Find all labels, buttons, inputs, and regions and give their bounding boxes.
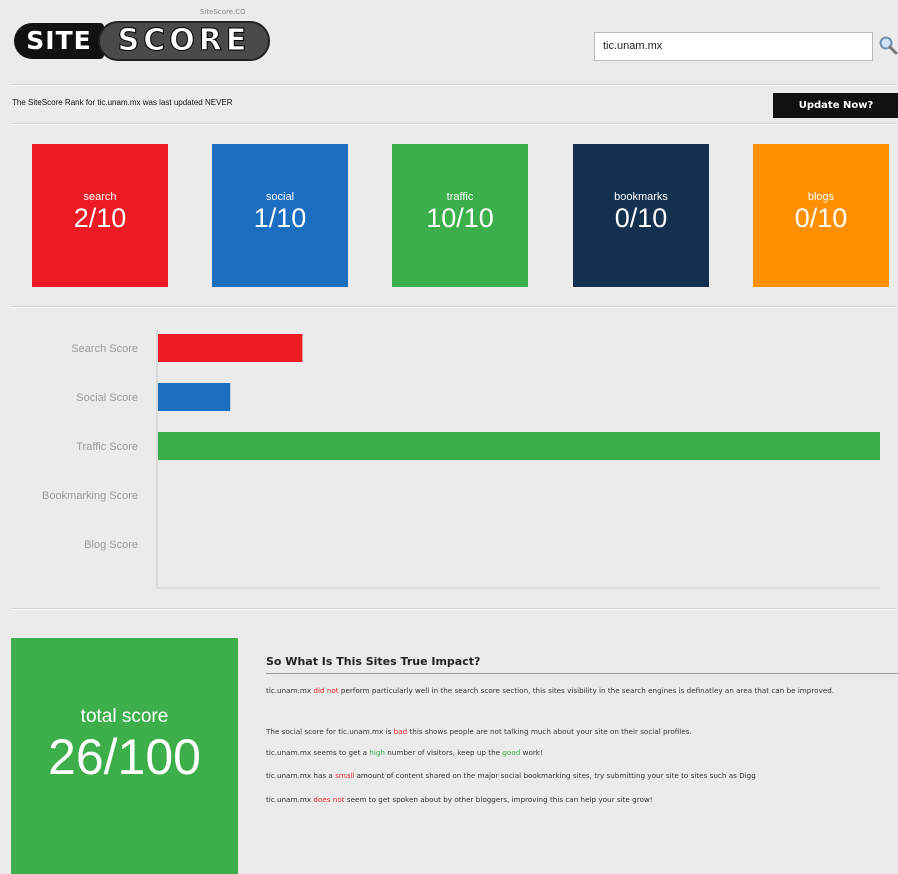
total-score-label: total score bbox=[80, 706, 169, 727]
para-text: amount of content shared on the major so… bbox=[354, 771, 756, 780]
chart-category-label: Traffic Score bbox=[76, 441, 138, 453]
para-highlight: high bbox=[369, 748, 385, 757]
impact-search-paragraph: tic.unam.mx did not perform particularly… bbox=[266, 686, 898, 695]
chart-category-label: Bookmarking Score bbox=[42, 490, 138, 502]
logo-site-text: SITE bbox=[14, 23, 104, 59]
update-now-button[interactable]: Update Now? bbox=[773, 93, 898, 118]
impact-bookmarks-paragraph: tic.unam.mx has a small amount of conten… bbox=[266, 771, 898, 780]
total-score-box: total score 26/100 bbox=[11, 638, 238, 874]
search-icon[interactable] bbox=[878, 34, 898, 56]
para-text: seem to get spoken about by other blogge… bbox=[344, 795, 653, 804]
para-highlight: bad bbox=[393, 727, 408, 736]
tile-value: 1/10 bbox=[253, 203, 307, 233]
divider bbox=[11, 608, 898, 610]
logo-score-badge: SCORE bbox=[98, 21, 270, 61]
tile-label: search bbox=[83, 191, 117, 203]
chart-category-label: Blog Score bbox=[84, 539, 138, 551]
divider bbox=[11, 123, 898, 125]
chart-category-label: Search Score bbox=[71, 343, 138, 355]
tile-bookmarks: bookmarks 0/10 bbox=[573, 144, 709, 287]
tile-value: 0/10 bbox=[614, 203, 668, 233]
para-highlight: small bbox=[335, 771, 355, 780]
impact-heading: So What Is This Sites True Impact? bbox=[266, 655, 898, 674]
tile-value: 0/10 bbox=[794, 203, 848, 233]
tile-search: search 2/10 bbox=[32, 144, 168, 287]
para-text: tic.unam.mx has a bbox=[266, 771, 336, 780]
para-text: tic.unam.mx bbox=[266, 795, 314, 804]
para-text: work! bbox=[520, 748, 543, 757]
divider bbox=[11, 84, 898, 86]
sitescore-logo[interactable]: SiteScore.CO SITE SCORE bbox=[14, 8, 274, 70]
tile-label: social bbox=[265, 191, 295, 203]
total-score-value: 26/100 bbox=[48, 729, 201, 785]
para-highlight: does not bbox=[313, 795, 345, 804]
para-highlight: good bbox=[502, 748, 521, 757]
tile-label: traffic bbox=[446, 191, 474, 203]
para-highlight: did not bbox=[313, 686, 339, 695]
tile-social: social 1/10 bbox=[212, 144, 348, 287]
impact-traffic-paragraph: tic.unam.mx seems to get a high number o… bbox=[266, 748, 898, 757]
divider bbox=[11, 306, 898, 308]
para-text: this shows people are not talking much a… bbox=[407, 727, 692, 736]
logo-score-text: SCORE bbox=[117, 23, 251, 59]
logo-tagline: SiteScore.CO bbox=[200, 8, 246, 16]
search-input[interactable]: tic.unam.mx bbox=[594, 32, 873, 61]
chart-bar-traffic-score bbox=[158, 432, 880, 460]
chart-bar-social-score bbox=[158, 383, 231, 411]
para-text: tic.unam.mx seems to get a bbox=[266, 748, 370, 757]
tile-blogs: blogs 0/10 bbox=[753, 144, 889, 287]
para-text: The social score for tic.unam.mx is bbox=[266, 727, 394, 736]
tile-value: 10/10 bbox=[426, 203, 494, 233]
impact-blogs-paragraph: tic.unam.mx does not seem to get spoken … bbox=[266, 795, 898, 804]
score-bar-chart: Search Score Social Score Traffic Score Boo… bbox=[42, 330, 880, 589]
impact-social-paragraph: The social score for tic.unam.mx is bad … bbox=[266, 727, 898, 736]
para-text: perform particularly well in the search … bbox=[338, 686, 835, 695]
last-updated-text: The SiteScore Rank for tic.unam.mx was l… bbox=[12, 98, 233, 107]
chart-category-label: Social Score bbox=[76, 392, 138, 404]
tile-traffic: traffic 10/10 bbox=[392, 144, 528, 287]
tile-label: blogs bbox=[807, 191, 835, 203]
tile-value: 2/10 bbox=[73, 203, 127, 233]
para-text: tic.unam.mx bbox=[266, 686, 314, 695]
chart-bar-search-score bbox=[158, 334, 303, 362]
para-text: number of visitors, keep up the bbox=[384, 748, 503, 757]
tile-label: bookmarks bbox=[614, 191, 668, 203]
